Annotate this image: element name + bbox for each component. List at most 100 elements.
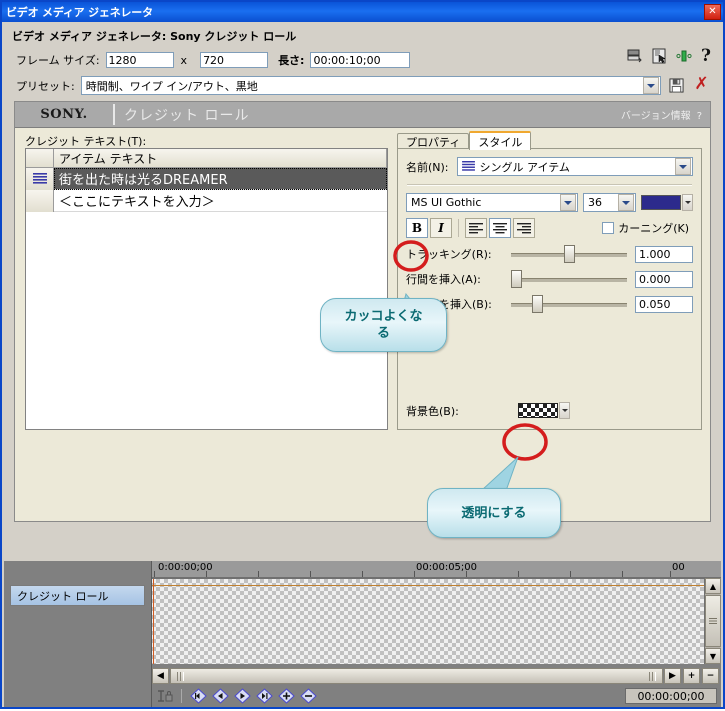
save-preset-icon[interactable] [669, 78, 684, 93]
tab-style[interactable]: スタイル [469, 131, 532, 150]
version-info-link[interactable]: バージョン情報 [621, 111, 691, 122]
scroll-left-button[interactable]: ◀ [152, 668, 169, 684]
timeline-track-canvas[interactable] [152, 578, 704, 664]
align-left-icon [469, 222, 483, 233]
add-keyframe-icon[interactable] [277, 688, 295, 704]
plugin-name: クレジット ロール [124, 107, 250, 124]
timeline-ruler[interactable]: 0:00:00;00 00:00:05;00 00 [152, 561, 721, 578]
kerning-checkbox[interactable] [602, 222, 615, 234]
prev-keyframe-icon[interactable] [211, 688, 229, 704]
chevron-down-icon[interactable] [682, 194, 693, 211]
envelope-line[interactable] [152, 585, 704, 586]
empty-row-icon [26, 190, 54, 212]
text-color-picker[interactable] [641, 194, 693, 211]
annotation-bubble-bold: カッコよくな る [320, 298, 447, 352]
background-color-label: 背景色(B): [406, 404, 459, 418]
zoom-in-button[interactable]: + [683, 668, 700, 684]
scroll-up-button[interactable]: ▲ [705, 578, 721, 594]
vertical-scroll-thumb[interactable] [705, 595, 721, 647]
line-spacing-label: 行間を挿入(A): [406, 273, 481, 286]
frame-height-input[interactable] [200, 52, 269, 68]
tracking-slider[interactable] [511, 245, 627, 263]
delete-preset-icon[interactable]: ✗ [694, 76, 709, 93]
preset-combobox[interactable]: 時間制、ワイプ イン/アウト、黒地 [80, 76, 661, 95]
tracking-slider-row: トラッキング(R): 1.000 [398, 245, 701, 263]
kerning-control[interactable]: カーニング(K) [602, 220, 693, 236]
track-name-credit-roll[interactable]: クレジット ロール [10, 585, 145, 606]
tracking-value[interactable]: 1.000 [635, 245, 693, 263]
tracking-slider-thumb[interactable] [563, 245, 575, 263]
window-title: ビデオ メディア ジェネレータ [6, 6, 153, 19]
line-spacing-value[interactable]: 0.000 [635, 270, 693, 288]
font-size-combobox[interactable]: 36 [583, 193, 636, 212]
zoom-out-button[interactable]: − [702, 668, 719, 684]
timeline-cursor[interactable] [153, 579, 154, 664]
font-family-value: MS UI Gothic [411, 196, 482, 209]
select-tool-icon[interactable] [651, 48, 667, 64]
credit-text-list[interactable]: アイテム テキスト 街を出た時は光るDREAMER ＜ここにテキストを入力＞ [25, 148, 388, 430]
single-item-icon [461, 161, 475, 171]
lock-icon[interactable] [156, 688, 174, 704]
preset-label: プリセット: [16, 79, 75, 93]
style-name-label: 名前(N): [406, 160, 449, 174]
next-keyframe-icon[interactable] [233, 688, 251, 704]
char-spacing-value[interactable]: 0.050 [635, 295, 693, 313]
length-input[interactable] [310, 52, 411, 68]
timeline-canvas-area: 0:00:00;00 00:00:05;00 00 ▲ ▼ ◀ ▶ + − 00… [152, 561, 721, 707]
chevron-down-icon[interactable] [618, 194, 634, 211]
align-center-button[interactable] [489, 218, 511, 238]
timeline-vertical-scrollbar[interactable]: ▲ ▼ [704, 578, 721, 664]
style-panel: 名前(N): シングル アイテム MS UI Gothic 36 B I カーニ… [397, 148, 702, 430]
text-color-swatch[interactable] [641, 195, 681, 210]
line-spacing-slider[interactable] [511, 270, 627, 288]
generator-subtitle: ビデオ メディア ジェネレータ: Sony クレジット ロール [12, 30, 297, 43]
font-family-combobox[interactable]: MS UI Gothic [406, 193, 578, 212]
line-spacing-slider-thumb[interactable] [511, 270, 522, 288]
align-right-icon [517, 222, 531, 233]
scroll-down-button[interactable]: ▼ [705, 648, 721, 664]
list-header: アイテム テキスト [26, 149, 387, 168]
keyframe-toolbar: 00:00:00;00 [152, 685, 721, 707]
style-name-row: 名前(N): シングル アイテム [398, 157, 701, 176]
chevron-down-icon[interactable] [675, 158, 691, 175]
keyframe-divider [181, 689, 182, 703]
chevron-down-icon[interactable] [643, 77, 659, 94]
ruler-label-2: 00 [672, 562, 685, 573]
single-item-icon [26, 168, 54, 190]
bold-button[interactable]: B [406, 218, 428, 238]
timeline-track-header: クレジット ロール [4, 561, 152, 707]
background-color-swatch[interactable] [518, 403, 558, 418]
frame-width-input[interactable] [105, 52, 174, 68]
annotation-bubble-background-text: 透明にする [461, 505, 527, 521]
frame-size-label: フレーム サイズ: [16, 54, 100, 67]
close-button[interactable]: ✕ [704, 4, 721, 20]
scroll-right-button[interactable]: ▶ [664, 668, 681, 684]
char-spacing-slider[interactable] [511, 295, 627, 313]
char-spacing-slider-thumb[interactable] [532, 295, 543, 313]
background-color-row: 背景色(B): [406, 402, 570, 419]
align-right-button[interactable] [513, 218, 535, 238]
split-preview-icon[interactable] [626, 48, 642, 64]
plugin-help-icon[interactable]: ? [697, 111, 702, 122]
align-left-button[interactable] [465, 218, 487, 238]
keyframe-icon[interactable] [676, 48, 692, 64]
table-row[interactable]: ＜ここにテキストを入力＞ [26, 190, 387, 212]
plugin-branding-bar: SONY. クレジット ロール バージョン情報? [15, 102, 710, 128]
timecode-display[interactable]: 00:00:00;00 [625, 688, 717, 704]
first-keyframe-icon[interactable] [189, 688, 207, 704]
help-icon[interactable]: ? [701, 48, 711, 65]
format-row: B I カーニング(K) [398, 218, 701, 238]
title-bar: ビデオ メディア ジェネレータ ✕ [2, 2, 723, 22]
horizontal-scroll-thumb[interactable] [170, 668, 663, 684]
style-name-combobox[interactable]: シングル アイテム [456, 157, 693, 176]
chevron-down-icon[interactable] [560, 194, 576, 211]
timeline-area: クレジット ロール 0:00:00;00 00:00:05;00 00 ▲ ▼ … [4, 555, 721, 707]
style-divider [407, 184, 692, 186]
annotation-bubble-background: 透明にする [427, 488, 561, 538]
table-row[interactable]: 街を出た時は光るDREAMER [26, 168, 387, 190]
video-media-generator-window: ビデオ メディア ジェネレータ ✕ ビデオ メディア ジェネレータ: Sony … [0, 0, 725, 709]
italic-button[interactable]: I [430, 218, 452, 238]
last-keyframe-icon[interactable] [255, 688, 273, 704]
remove-keyframe-icon[interactable] [299, 688, 317, 704]
chevron-down-icon[interactable] [559, 402, 570, 419]
